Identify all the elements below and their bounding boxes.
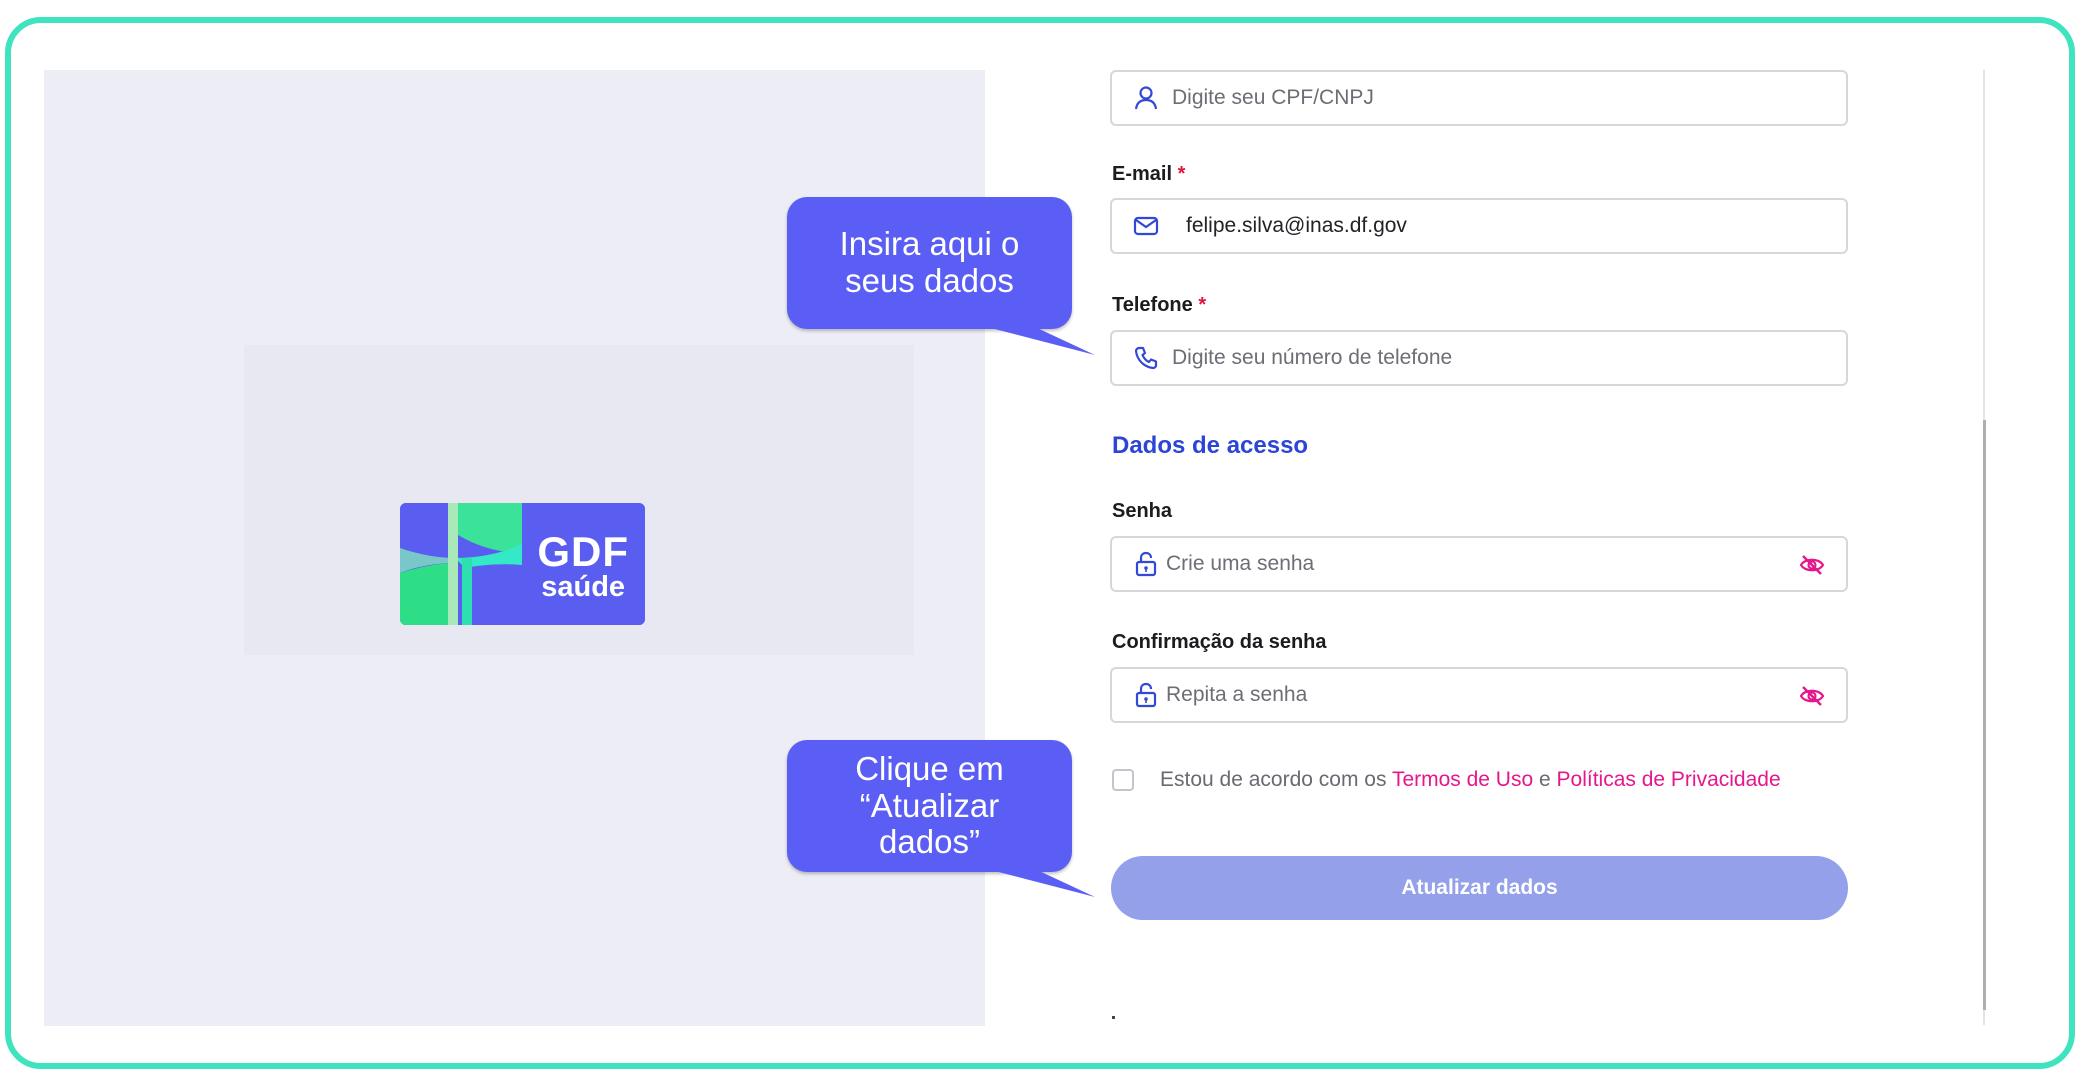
email-value: felipe.silva@inas.df.gov bbox=[1186, 214, 1407, 237]
required-mark: * bbox=[1177, 163, 1186, 185]
lock-icon bbox=[1132, 681, 1160, 709]
terms-prefix: Estou de acordo com os bbox=[1160, 768, 1387, 791]
phone-label-text: Telefone bbox=[1112, 294, 1193, 316]
confirm-password-label: Confirmação da senha bbox=[1112, 631, 1327, 653]
submit-hint-callout: Clique em “Atualizar dados” bbox=[787, 740, 1072, 872]
gdf-saude-logo: GDF saúde bbox=[400, 503, 645, 625]
phone-placeholder: Digite seu número de telefone bbox=[1172, 346, 1453, 369]
user-icon bbox=[1132, 84, 1160, 112]
section-title: Dados de acesso bbox=[1112, 432, 1309, 459]
privacy-policy-link[interactable]: Políticas de Privacidade bbox=[1557, 768, 1781, 791]
callout-pointer-icon bbox=[960, 862, 1095, 897]
eye-off-icon[interactable] bbox=[1798, 682, 1826, 710]
phone-field[interactable]: Digite seu número de telefone bbox=[1110, 330, 1848, 386]
confirm-password-field[interactable]: Repita a senha bbox=[1110, 667, 1848, 723]
cpf-placeholder: Digite seu CPF/CNPJ bbox=[1172, 86, 1374, 109]
terms-text: Estou de acordo com os Termos de Uso e P… bbox=[1160, 768, 1781, 792]
eye-off-icon[interactable] bbox=[1798, 551, 1826, 579]
password-placeholder: Crie uma senha bbox=[1166, 552, 1315, 575]
mail-icon bbox=[1132, 212, 1160, 240]
trailing-dot bbox=[1112, 1016, 1115, 1019]
password-label: Senha bbox=[1112, 500, 1173, 522]
submit-hint-text: Clique em “Atualizar dados” bbox=[855, 749, 1004, 861]
logo-wordmark: GDF saúde bbox=[537, 531, 629, 602]
email-field[interactable]: felipe.silva@inas.df.gov bbox=[1110, 198, 1848, 254]
terms-conjunction: e bbox=[1539, 768, 1551, 791]
callout-pointer-icon bbox=[960, 320, 1095, 355]
cpf-input[interactable]: Digite seu CPF/CNPJ bbox=[1110, 70, 1848, 126]
logo-line1: GDF bbox=[537, 528, 629, 575]
phone-icon bbox=[1132, 344, 1160, 372]
data-hint-callout: Insira aqui o seus dados bbox=[787, 197, 1072, 329]
email-label: E-mail * bbox=[1112, 163, 1185, 186]
data-hint-text: Insira aqui o seus dados bbox=[839, 225, 1020, 299]
scrollbar-thumb[interactable] bbox=[1983, 420, 1986, 1010]
terms-of-use-link[interactable]: Termos de Uso bbox=[1392, 768, 1533, 791]
terms-checkbox[interactable] bbox=[1112, 769, 1134, 791]
password-field[interactable]: Crie uma senha bbox=[1110, 536, 1848, 592]
confirm-password-placeholder: Repita a senha bbox=[1166, 683, 1308, 706]
update-data-button[interactable]: Atualizar dados bbox=[1111, 856, 1848, 920]
required-mark: * bbox=[1198, 294, 1207, 316]
logo-line2: saúde bbox=[541, 571, 626, 603]
phone-label: Telefone * bbox=[1112, 294, 1206, 317]
lock-icon bbox=[1132, 550, 1160, 578]
email-label-text: E-mail bbox=[1112, 163, 1173, 185]
